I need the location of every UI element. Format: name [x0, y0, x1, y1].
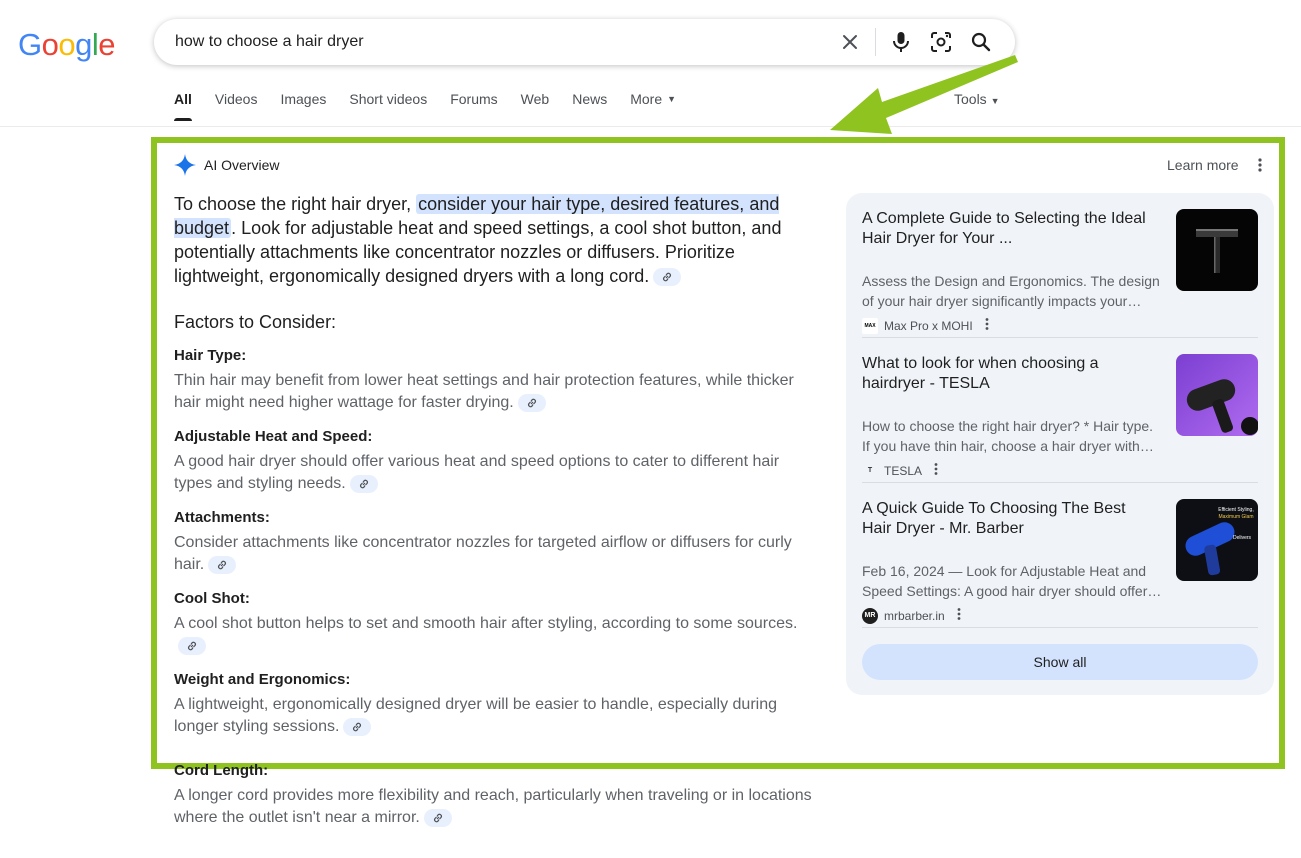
tab-news[interactable]: News — [572, 91, 607, 121]
source-card[interactable]: A Quick Guide To Choosing The Best Hair … — [862, 499, 1258, 627]
source-title: A Complete Guide to Selecting the Ideal … — [862, 210, 1146, 247]
factor-title: Weight and Ergonomics: — [174, 671, 351, 688]
factor-title: Attachments: — [174, 509, 270, 526]
more-options-icon[interactable] — [957, 607, 961, 624]
dryer-image — [1186, 379, 1258, 435]
source-card[interactable]: A Complete Guide to Selecting the Ideal … — [862, 209, 1258, 337]
source-divider — [862, 627, 1258, 628]
sources-panel: A Complete Guide to Selecting the Ideal … — [846, 193, 1274, 695]
tab-label: Short videos — [349, 91, 428, 107]
thumb-text: Efficient Styling, — [1218, 507, 1253, 513]
source-title: What to look for when choosing a hairdry… — [862, 355, 1099, 392]
summary-text: . Look for adjustable heat and speed set… — [174, 218, 782, 286]
citation-link-icon[interactable] — [653, 268, 682, 287]
source-divider — [862, 337, 1258, 338]
header-divider — [0, 126, 1301, 127]
factor-description: A cool shot button helps to set and smoo… — [174, 613, 814, 657]
site-name: mrbarber.in — [884, 608, 945, 623]
factor-description: Consider attachments like concentrator n… — [174, 532, 814, 576]
site-favicon: T — [862, 462, 878, 479]
thumb-text: Maximum Glam — [1218, 514, 1253, 520]
overview-summary: To choose the right hair dryer, consider… — [174, 192, 814, 288]
logo-letter: g — [75, 27, 92, 62]
more-options-icon[interactable] — [985, 317, 989, 334]
tab-forums[interactable]: Forums — [450, 91, 497, 121]
dryer-image — [1196, 229, 1238, 273]
tab-label: More — [630, 91, 663, 107]
tab-images[interactable]: Images — [280, 91, 326, 121]
source-thumbnail — [1176, 354, 1258, 436]
source-snippet: Assess the Design and Ergonomics. The de… — [862, 273, 1160, 309]
tab-label: Forums — [450, 91, 498, 107]
tab-web[interactable]: Web — [521, 91, 550, 121]
citation-link-icon[interactable] — [349, 474, 378, 493]
google-logo[interactable]: Google — [18, 27, 116, 63]
site-favicon: MR — [862, 607, 878, 624]
factor-text: Thin hair may benefit from lower heat se… — [174, 372, 794, 411]
learn-more-link[interactable]: Learn more — [1167, 157, 1239, 173]
factor-text: A longer cord provides more flexibility … — [174, 787, 812, 826]
gemini-sparkle-icon — [174, 154, 196, 176]
factor-title: Hair Type: — [174, 347, 247, 364]
tab-label: Images — [280, 91, 327, 107]
tab-more[interactable]: More ▼ — [630, 91, 676, 121]
tab-all[interactable]: All — [174, 91, 192, 121]
tab-label: All — [174, 91, 192, 107]
tab-label: Videos — [214, 91, 258, 107]
factor-title: Cord Length: — [174, 762, 269, 779]
annotation-arrow-icon — [830, 55, 1018, 134]
site-favicon: MAX — [862, 317, 878, 334]
source-thumbnail: Efficient Styling, Maximum Glam Delivers — [1176, 499, 1258, 581]
source-thumbnail — [1176, 209, 1258, 291]
factor-description: A good hair dryer should offer various h… — [174, 451, 814, 495]
tab-videos[interactable]: Videos — [215, 91, 258, 121]
source-site: MR mrbarber.in — [862, 607, 961, 624]
factor-description: A lightweight, ergonomically designed dr… — [174, 694, 814, 738]
factor-description: A longer cord provides more flexibility … — [174, 785, 814, 829]
summary-text: To choose the right hair dryer, — [174, 194, 417, 214]
ai-overview-body: To choose the right hair dryer, consider… — [174, 192, 814, 829]
factor-text: A cool shot button helps to set and smoo… — [174, 615, 798, 632]
source-snippet: How to choose the right hair dryer? * Ha… — [862, 418, 1154, 454]
more-options-icon[interactable] — [934, 462, 938, 479]
citation-link-icon[interactable] — [517, 393, 546, 412]
citation-link-icon[interactable] — [423, 808, 452, 827]
factor-title: Adjustable Heat and Speed: — [174, 428, 373, 445]
site-name: Max Pro x MOHI — [884, 318, 973, 333]
factors-heading: Factors to Consider: — [174, 312, 337, 332]
ai-overview-header: AI Overview — [174, 154, 279, 176]
logo-letter: o — [58, 27, 76, 62]
source-card[interactable]: What to look for when choosing a hairdry… — [862, 354, 1258, 482]
thumb-text: Delivers — [1233, 535, 1252, 541]
logo-letter: G — [18, 27, 42, 62]
citation-link-icon[interactable] — [178, 636, 206, 655]
source-site: T TESLA — [862, 462, 938, 479]
logo-letter: e — [98, 27, 116, 62]
caret-down-icon: ▼ — [667, 94, 677, 104]
factor-text: A lightweight, ergonomically designed dr… — [174, 696, 778, 735]
ai-overview-title: AI Overview — [204, 157, 280, 173]
more-options-icon[interactable] — [1258, 157, 1262, 178]
tab-label: Web — [520, 91, 550, 107]
citation-link-icon[interactable] — [343, 717, 372, 736]
search-input[interactable] — [175, 33, 825, 51]
show-all-button[interactable]: Show all — [862, 644, 1258, 680]
tab-short-videos[interactable]: Short videos — [349, 91, 427, 121]
search-tabs: All Videos Images Short videos Forums We… — [174, 91, 699, 121]
site-name: TESLA — [884, 463, 923, 478]
source-site: MAX Max Pro x MOHI — [862, 317, 989, 334]
source-divider — [862, 482, 1258, 483]
citation-link-icon[interactable] — [208, 555, 237, 574]
dryer-image: Efficient Styling, Maximum Glam Delivers — [1185, 507, 1254, 576]
tab-label: News — [572, 91, 608, 107]
factor-description: Thin hair may benefit from lower heat se… — [174, 370, 814, 414]
source-snippet: Feb 16, 2024 — Look for Adjustable Heat … — [862, 563, 1148, 599]
logo-letter: o — [41, 27, 59, 62]
factor-text: A good hair dryer should offer various h… — [174, 453, 780, 492]
factor-text: Consider attachments like concentrator n… — [174, 534, 792, 573]
source-title: A Quick Guide To Choosing The Best Hair … — [862, 500, 1126, 537]
factor-title: Cool Shot: — [174, 590, 250, 607]
